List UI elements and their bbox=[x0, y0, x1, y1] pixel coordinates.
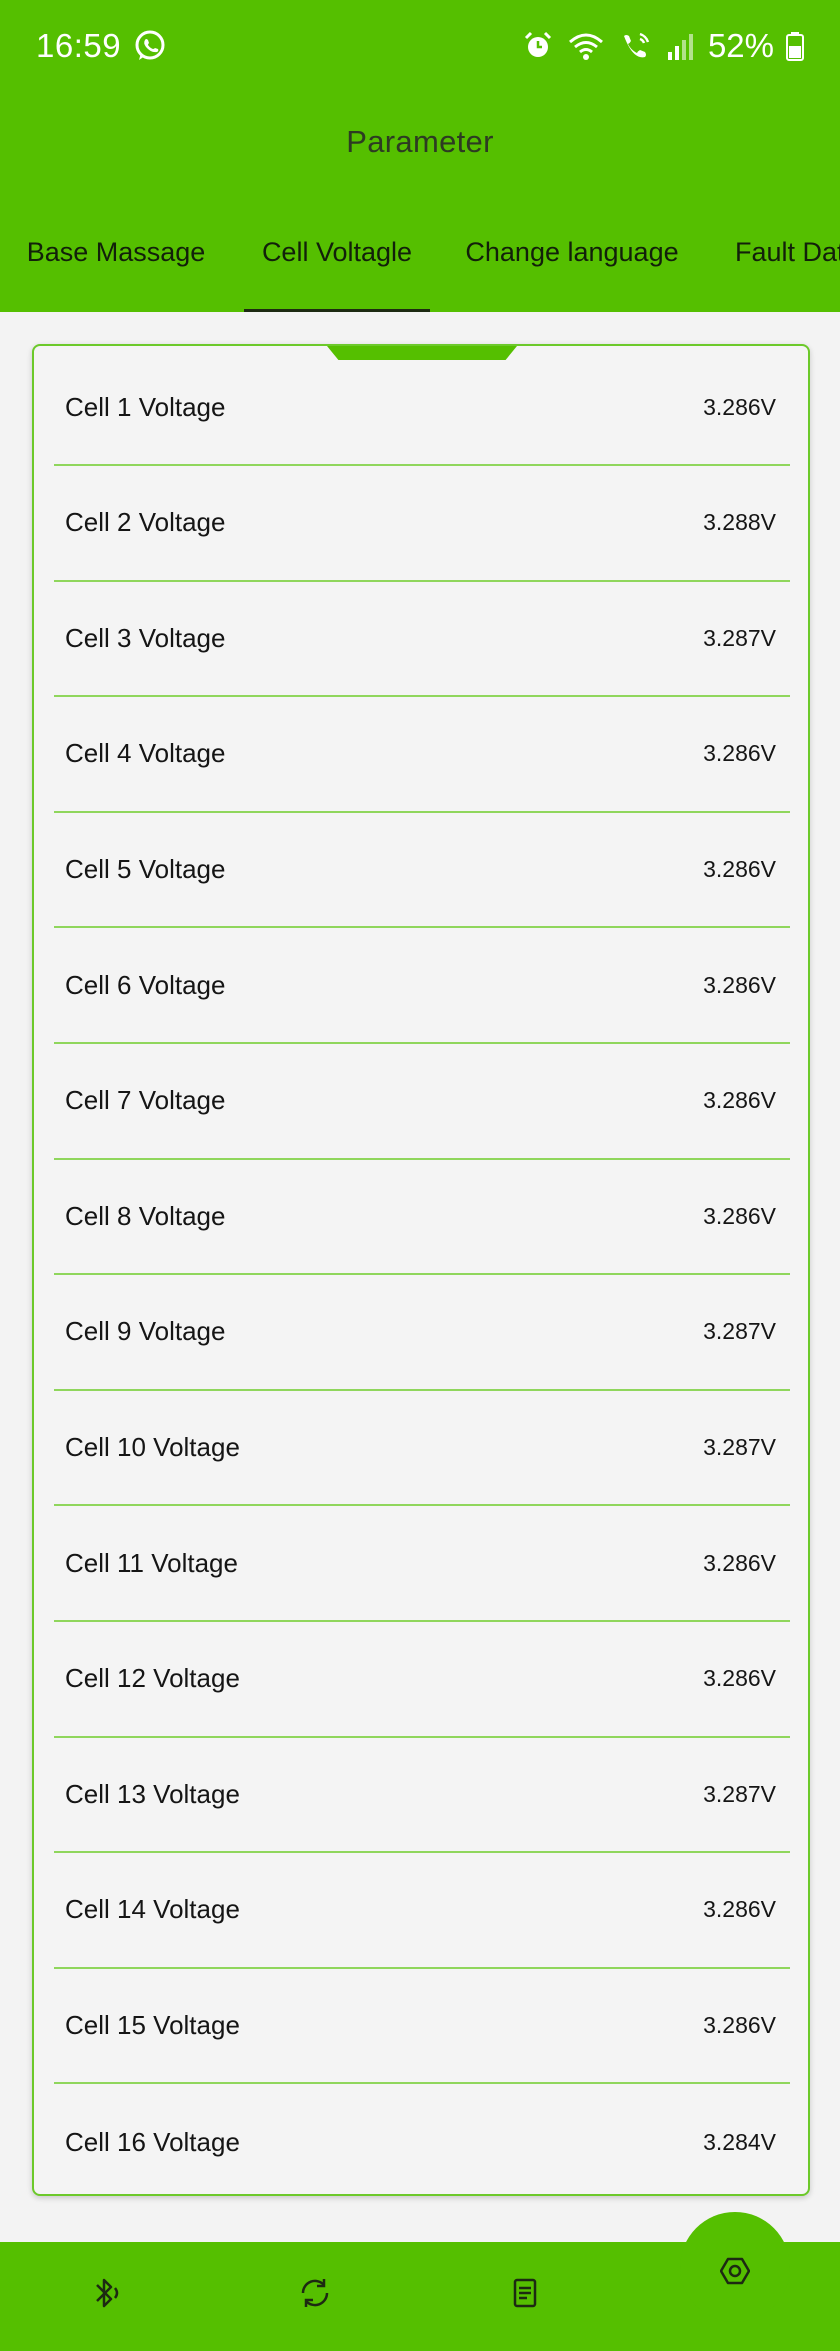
cell-voltage-value: 3.286V bbox=[703, 740, 776, 767]
cell-voltage-label: Cell 1 Voltage bbox=[65, 391, 226, 422]
list-item: Cell 2 Voltage 3.288V bbox=[54, 466, 790, 582]
tab-label: Cell Voltagle bbox=[261, 236, 413, 267]
document-icon bbox=[505, 2273, 545, 2318]
tab-change-language[interactable]: Change language bbox=[465, 192, 678, 312]
list-item: Cell 13 Voltage 3.287V bbox=[54, 1737, 790, 1854]
signal-icon bbox=[666, 30, 696, 62]
cell-voltage-label: Cell 10 Voltage bbox=[65, 1431, 240, 1462]
list-item: Cell 9 Voltage 3.287V bbox=[54, 1275, 790, 1391]
list-item: Cell 10 Voltage 3.287V bbox=[54, 1390, 790, 1507]
tab-bar: Base Massage Cell Voltagle Change langua… bbox=[0, 192, 840, 312]
sync-button[interactable] bbox=[290, 2270, 340, 2320]
cell-voltage-value: 3.286V bbox=[703, 1549, 776, 1576]
cell-voltage-card: Cell 1 Voltage 3.286V Cell 2 Voltage 3.288V… bbox=[32, 344, 810, 2196]
list-item: Cell 15 Voltage 3.286V bbox=[54, 1968, 790, 2085]
alarm-icon bbox=[522, 30, 554, 62]
status-bar-left: 16:59 bbox=[36, 27, 167, 65]
battery-percent: 52% bbox=[707, 27, 774, 64]
list-item: Cell 1 Voltage 3.286V bbox=[54, 350, 790, 466]
cell-voltage-label: Cell 3 Voltage bbox=[65, 622, 226, 653]
document-button[interactable] bbox=[500, 2270, 550, 2320]
page-title: Parameter bbox=[346, 124, 494, 159]
cell-voltage-value: 3.287V bbox=[703, 624, 776, 651]
app-header: Parameter bbox=[0, 92, 840, 192]
cell-voltage-value: 3.288V bbox=[703, 509, 776, 536]
list-item: Cell 4 Voltage 3.286V bbox=[54, 697, 790, 813]
cell-voltage-label: Cell 11 Voltage bbox=[65, 1547, 238, 1578]
cell-voltage-value: 3.286V bbox=[703, 971, 776, 998]
cell-voltage-label: Cell 9 Voltage bbox=[65, 1316, 226, 1347]
cell-voltage-label: Cell 7 Voltage bbox=[65, 1085, 226, 1116]
tab-label: Change language bbox=[465, 236, 679, 267]
list-item: Cell 6 Voltage 3.286V bbox=[54, 928, 790, 1044]
cell-voltage-value: 3.287V bbox=[703, 1318, 776, 1345]
list-item: Cell 11 Voltage 3.286V bbox=[54, 1506, 790, 1622]
list-item: Cell 5 Voltage 3.286V bbox=[54, 812, 790, 929]
settings-hexagon-icon bbox=[719, 2256, 751, 2291]
list-item: Cell 16 Voltage 3.284V bbox=[54, 2084, 790, 2194]
cell-voltage-label: Cell 16 Voltage bbox=[65, 2126, 240, 2157]
status-bar-right: 52% bbox=[522, 27, 804, 65]
cell-voltage-value: 3.286V bbox=[703, 1665, 776, 1692]
cell-voltage-value: 3.286V bbox=[703, 1087, 776, 1114]
cell-voltage-label: Cell 8 Voltage bbox=[65, 1200, 226, 1231]
wifi-icon bbox=[566, 30, 606, 62]
cell-voltage-value: 3.286V bbox=[703, 1202, 776, 1229]
cell-voltage-label: Cell 2 Voltage bbox=[65, 507, 226, 538]
cell-voltage-label: Cell 13 Voltage bbox=[65, 1778, 240, 1809]
bluetooth-button[interactable] bbox=[80, 2270, 130, 2320]
cell-voltage-value: 3.286V bbox=[703, 393, 776, 420]
tab-fault-data[interactable]: Fault Dat bbox=[735, 192, 840, 312]
list-item: Cell 12 Voltage 3.286V bbox=[54, 1622, 790, 1738]
list-item: Cell 8 Voltage 3.286V bbox=[54, 1159, 790, 1276]
cell-voltage-value: 3.287V bbox=[703, 1780, 776, 1807]
cell-voltage-label: Cell 6 Voltage bbox=[65, 969, 226, 1000]
list-item: Cell 7 Voltage 3.286V bbox=[54, 1044, 790, 1160]
settings-fab[interactable] bbox=[680, 2212, 790, 2322]
cell-voltage-label: Cell 4 Voltage bbox=[65, 738, 226, 769]
cell-voltage-label: Cell 12 Voltage bbox=[65, 1663, 240, 1694]
list-item: Cell 14 Voltage 3.286V bbox=[54, 1853, 790, 1969]
tab-base-massage[interactable]: Base Massage bbox=[27, 192, 206, 312]
status-time: 16:59 bbox=[36, 27, 122, 64]
whatsapp-icon bbox=[133, 29, 167, 63]
wifi-calling-icon bbox=[618, 30, 654, 62]
list-item: Cell 3 Voltage 3.287V bbox=[54, 581, 790, 698]
cell-voltage-value: 3.286V bbox=[703, 2011, 776, 2038]
bluetooth-icon bbox=[85, 2273, 125, 2318]
tab-label: Base Massage bbox=[26, 236, 206, 267]
tab-cell-voltagle[interactable]: Cell Voltagle bbox=[244, 192, 430, 312]
tab-label: Fault Dat bbox=[735, 236, 840, 267]
cell-voltage-label: Cell 15 Voltage bbox=[65, 2009, 240, 2040]
cell-voltage-value: 3.284V bbox=[703, 2128, 776, 2155]
cell-voltage-label: Cell 14 Voltage bbox=[65, 1894, 240, 1925]
cell-voltage-label: Cell 5 Voltage bbox=[65, 853, 226, 884]
sync-icon bbox=[295, 2273, 335, 2318]
cell-voltage-value: 3.287V bbox=[703, 1433, 776, 1460]
battery-icon bbox=[786, 30, 804, 62]
cell-voltage-value: 3.286V bbox=[703, 855, 776, 882]
status-bar: 16:59 52% bbox=[0, 0, 840, 92]
cell-voltage-value: 3.286V bbox=[703, 1896, 776, 1923]
